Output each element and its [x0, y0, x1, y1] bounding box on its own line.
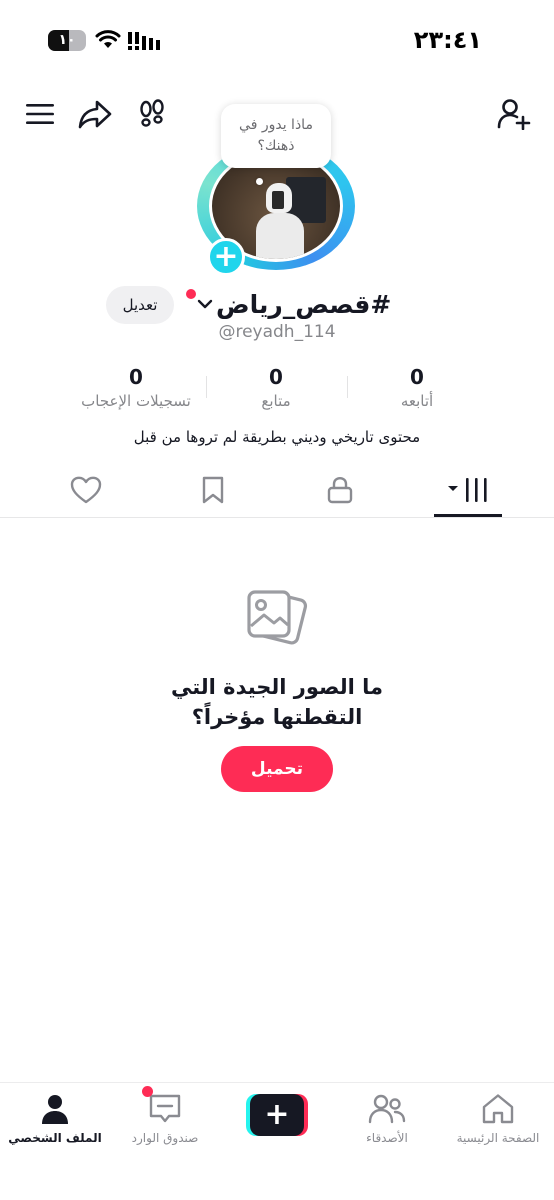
upload-button[interactable]: تحميل [221, 746, 333, 792]
add-story-button[interactable]: + [207, 238, 245, 276]
footprints-icon[interactable] [134, 96, 170, 132]
menu-icon[interactable] [22, 96, 58, 132]
tab-videos[interactable] [446, 474, 492, 510]
status-time: ٢٣:٤١ [413, 26, 482, 54]
lock-icon [327, 476, 353, 508]
stat-followers[interactable]: 0 متابع [206, 364, 346, 412]
photos-icon [244, 588, 308, 656]
battery-icon: ١٠ [48, 30, 86, 51]
thought-bubble[interactable]: ماذا يدور في ذهنك؟ [221, 104, 331, 168]
username: @reyadh_114 [218, 322, 336, 342]
empty-title-line1: ما الصور الجيدة التي [170, 675, 384, 699]
create-button[interactable]: + [246, 1094, 308, 1136]
profile-icon [0, 1091, 110, 1127]
likes-label: تسجيلات الإعجاب [81, 392, 191, 410]
stat-likes: 0 تسجيلات الإعجاب [66, 364, 206, 412]
display-name: #قصص_رياض [216, 289, 392, 319]
heart-icon [70, 476, 102, 508]
plus-icon: + [250, 1094, 304, 1136]
bookmark-icon [201, 476, 225, 508]
followers-count: 0 [269, 365, 283, 389]
nav-home-label: الصفحة الرئيسية [456, 1131, 540, 1145]
signal-icon [128, 30, 160, 54]
status-bar: ١٠ ٢٣:٤١ [0, 0, 554, 84]
tab-favorites[interactable] [191, 474, 235, 510]
nav-friends[interactable]: الأصدقاء [332, 1091, 442, 1145]
profile-bio: محتوى تاريخي وديني بطريقة لم تروها من قب… [133, 428, 421, 446]
content-tabs [0, 466, 554, 518]
nav-inbox-label: صندوق الوارد [131, 1131, 199, 1145]
following-count: 0 [410, 365, 424, 389]
add-friend-icon[interactable] [496, 96, 532, 132]
battery-level: ١٠ [58, 32, 76, 48]
bubble-tail [256, 178, 263, 185]
nav-profile[interactable]: الملف الشخصي [0, 1091, 110, 1145]
grid-icon [448, 476, 490, 508]
chevron-down-icon [196, 295, 214, 313]
wifi-icon [95, 30, 121, 54]
nav-friends-label: الأصدقاء [366, 1131, 408, 1145]
tab-private[interactable] [318, 474, 362, 510]
following-label: أتابعه [400, 392, 434, 410]
nav-profile-label: الملف الشخصي [8, 1131, 102, 1145]
share-icon[interactable] [77, 96, 113, 132]
edit-profile-button[interactable]: تعديل [106, 286, 174, 324]
nav-home[interactable]: الصفحة الرئيسية [443, 1091, 553, 1145]
friends-icon [332, 1091, 442, 1127]
nav-inbox[interactable]: صندوق الوارد [110, 1091, 220, 1145]
tab-liked[interactable] [64, 474, 108, 510]
likes-count: 0 [129, 365, 143, 389]
inbox-icon [110, 1091, 220, 1127]
account-switcher[interactable]: #قصص_رياض [196, 284, 391, 324]
inbox-notification-dot [142, 1086, 153, 1097]
empty-state-title: ما الصور الجيدة التي التقطتها مؤخراً؟ [0, 672, 554, 732]
home-icon [443, 1091, 553, 1127]
stat-following[interactable]: 0 أتابعه [347, 364, 487, 412]
empty-title-line2: التقطتها مؤخراً؟ [191, 705, 363, 729]
followers-label: متابع [261, 392, 291, 410]
notification-dot [186, 289, 196, 299]
active-tab-indicator [434, 514, 502, 517]
